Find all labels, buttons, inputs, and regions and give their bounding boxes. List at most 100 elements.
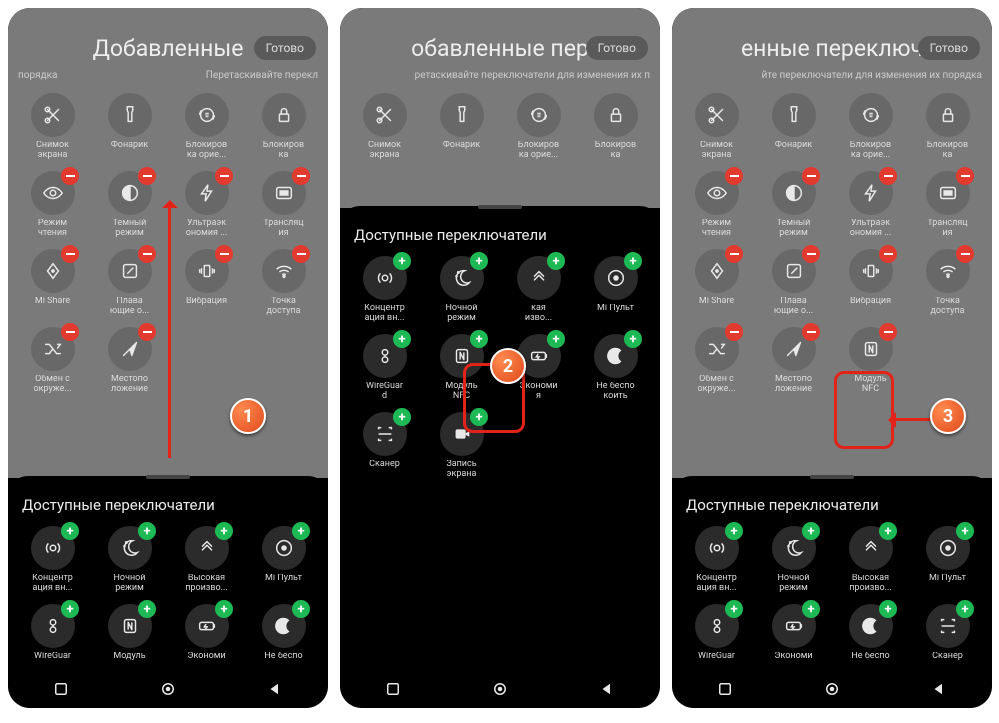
tile-battery[interactable]: Экономи bbox=[757, 604, 830, 674]
nav-back-icon[interactable] bbox=[266, 680, 284, 698]
remove-badge-icon[interactable] bbox=[138, 323, 156, 341]
add-badge-icon[interactable] bbox=[470, 252, 488, 270]
tile-lock[interactable]: Блокиров ка bbox=[247, 93, 320, 163]
remove-badge-icon[interactable] bbox=[802, 245, 820, 263]
add-badge-icon[interactable] bbox=[292, 522, 310, 540]
add-badge-icon[interactable] bbox=[624, 330, 642, 348]
tile-bolt[interactable]: Ультраэк ономия ... bbox=[170, 171, 243, 241]
add-badge-icon[interactable] bbox=[956, 600, 974, 618]
tile-wifi[interactable]: Точка доступа bbox=[911, 249, 984, 319]
remove-badge-icon[interactable] bbox=[725, 323, 743, 341]
nav-recent-icon[interactable] bbox=[716, 680, 734, 698]
tile-eye[interactable]: Режим чтения bbox=[16, 171, 89, 241]
remove-badge-icon[interactable] bbox=[61, 245, 79, 263]
tile-location[interactable]: Местопо ложение bbox=[757, 327, 830, 397]
tile-scanner[interactable]: Сканер bbox=[911, 604, 984, 674]
add-badge-icon[interactable] bbox=[138, 522, 156, 540]
tile-scanner[interactable]: Сканер bbox=[348, 412, 421, 482]
nav-home-icon[interactable] bbox=[491, 680, 509, 698]
tile-remote[interactable]: Mi Пульт bbox=[247, 526, 320, 596]
tile-cast[interactable]: Трансляц ия bbox=[247, 171, 320, 241]
tile-darkmode[interactable]: Темный режим bbox=[93, 171, 166, 241]
tile-location[interactable]: Местопо ложение bbox=[93, 327, 166, 397]
tile-mishare[interactable]: Mi Share bbox=[680, 249, 753, 319]
tile-concentration[interactable]: Концентр ация вн... bbox=[680, 526, 753, 596]
remove-badge-icon[interactable] bbox=[61, 323, 79, 341]
tile-wireguard[interactable]: WireGuar bbox=[16, 604, 89, 674]
remove-badge-icon[interactable] bbox=[956, 167, 974, 185]
tile-lockorient[interactable]: Блокиров ка орие... bbox=[502, 93, 575, 163]
add-badge-icon[interactable] bbox=[393, 408, 411, 426]
grabber-icon[interactable] bbox=[478, 205, 522, 209]
tile-battery[interactable]: Экономи bbox=[170, 604, 243, 674]
tile-remote[interactable]: Mi Пульт bbox=[579, 256, 652, 326]
tile-scissors[interactable]: Снимок экрана bbox=[680, 93, 753, 163]
nav-back-icon[interactable] bbox=[930, 680, 948, 698]
tile-scissors[interactable]: Снимок экрана bbox=[16, 93, 89, 163]
tile-nightmode[interactable]: Ночной режим bbox=[757, 526, 830, 596]
tile-mishare[interactable]: Mi Share bbox=[16, 249, 89, 319]
tile-dnd[interactable]: Не беспо коить bbox=[579, 334, 652, 404]
tile-vibration[interactable]: Вибрация bbox=[170, 249, 243, 319]
nav-recent-icon[interactable] bbox=[52, 680, 70, 698]
tile-eye[interactable]: Режим чтения bbox=[680, 171, 753, 241]
tile-float[interactable]: Плава ющие о... bbox=[757, 249, 830, 319]
tile-lock[interactable]: Блокиров ка bbox=[911, 93, 984, 163]
remove-badge-icon[interactable] bbox=[956, 245, 974, 263]
add-badge-icon[interactable] bbox=[802, 600, 820, 618]
tile-float[interactable]: Плава ющие о... bbox=[93, 249, 166, 319]
add-badge-icon[interactable] bbox=[215, 600, 233, 618]
tile-shuffle[interactable]: Обмен с окруже... bbox=[16, 327, 89, 397]
tile-vibration[interactable]: Вибрация bbox=[834, 249, 907, 319]
remove-badge-icon[interactable] bbox=[138, 167, 156, 185]
nav-back-icon[interactable] bbox=[598, 680, 616, 698]
add-badge-icon[interactable] bbox=[61, 522, 79, 540]
remove-badge-icon[interactable] bbox=[725, 167, 743, 185]
nav-home-icon[interactable] bbox=[823, 680, 841, 698]
tile-wireguard[interactable]: WireGuar bbox=[680, 604, 753, 674]
remove-badge-icon[interactable] bbox=[802, 167, 820, 185]
remove-badge-icon[interactable] bbox=[292, 245, 310, 263]
add-badge-icon[interactable] bbox=[138, 600, 156, 618]
add-badge-icon[interactable] bbox=[725, 600, 743, 618]
done-button[interactable]: Готово bbox=[586, 36, 648, 60]
tile-scissors[interactable]: Снимок экрана bbox=[348, 93, 421, 163]
add-badge-icon[interactable] bbox=[470, 330, 488, 348]
remove-badge-icon[interactable] bbox=[879, 167, 897, 185]
tile-flashlight[interactable]: Фонарик bbox=[425, 93, 498, 163]
tile-lockorient[interactable]: Блокиров ка орие... bbox=[170, 93, 243, 163]
add-badge-icon[interactable] bbox=[879, 522, 897, 540]
add-badge-icon[interactable] bbox=[879, 600, 897, 618]
tile-lockorient[interactable]: Блокиров ка орие... bbox=[834, 93, 907, 163]
tile-concentration[interactable]: Концентр ация вн... bbox=[16, 526, 89, 596]
remove-badge-icon[interactable] bbox=[138, 245, 156, 263]
remove-badge-icon[interactable] bbox=[215, 167, 233, 185]
tile-lock[interactable]: Блокиров ка bbox=[579, 93, 652, 163]
tile-highperf[interactable]: Высокая произво... bbox=[170, 526, 243, 596]
nav-home-icon[interactable] bbox=[159, 680, 177, 698]
remove-badge-icon[interactable] bbox=[879, 323, 897, 341]
add-badge-icon[interactable] bbox=[292, 600, 310, 618]
tile-darkmode[interactable]: Темный режим bbox=[757, 171, 830, 241]
grabber-icon[interactable] bbox=[810, 475, 854, 479]
add-badge-icon[interactable] bbox=[725, 522, 743, 540]
tile-nfc[interactable]: Модуль bbox=[93, 604, 166, 674]
add-badge-icon[interactable] bbox=[802, 522, 820, 540]
tile-wifi[interactable]: Точка доступа bbox=[247, 249, 320, 319]
done-button[interactable]: Готово bbox=[254, 36, 316, 60]
tile-nightmode[interactable]: Ночной режим bbox=[425, 256, 498, 326]
remove-badge-icon[interactable] bbox=[215, 245, 233, 263]
tile-concentration[interactable]: Концентр ация вн... bbox=[348, 256, 421, 326]
tile-dnd[interactable]: Не беспо bbox=[247, 604, 320, 674]
tile-flashlight[interactable]: Фонарик bbox=[93, 93, 166, 163]
add-badge-icon[interactable] bbox=[624, 252, 642, 270]
add-badge-icon[interactable] bbox=[547, 330, 565, 348]
tile-nightmode[interactable]: Ночной режим bbox=[93, 526, 166, 596]
tile-flashlight[interactable]: Фонарик bbox=[757, 93, 830, 163]
add-badge-icon[interactable] bbox=[61, 600, 79, 618]
add-badge-icon[interactable] bbox=[956, 522, 974, 540]
add-badge-icon[interactable] bbox=[215, 522, 233, 540]
done-button[interactable]: Готово bbox=[918, 36, 980, 60]
tile-highperf[interactable]: Высокая произво... bbox=[834, 526, 907, 596]
remove-badge-icon[interactable] bbox=[879, 245, 897, 263]
